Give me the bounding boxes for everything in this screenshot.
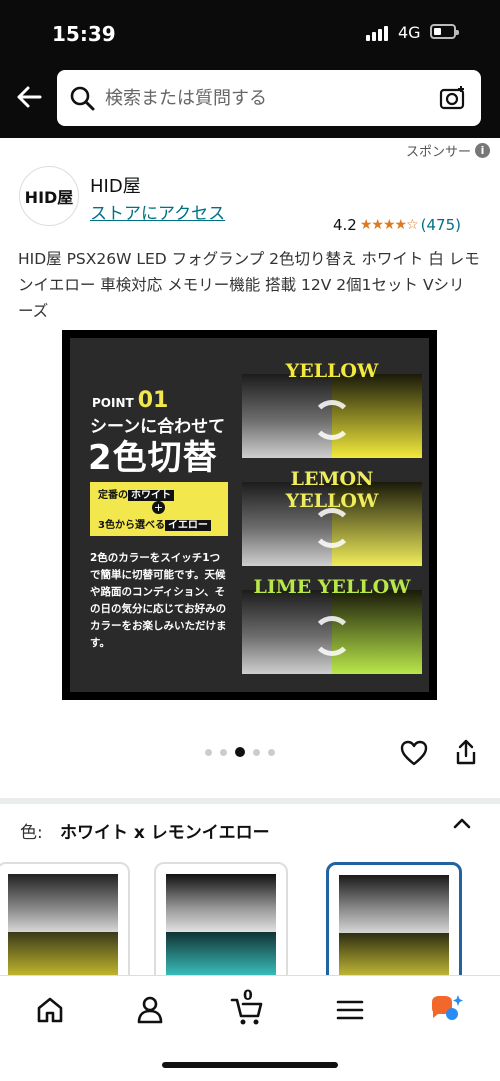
- color-option[interactable]: [154, 862, 288, 986]
- info-icon[interactable]: i: [475, 143, 490, 158]
- signal-icon: [366, 26, 388, 41]
- account-icon[interactable]: [132, 992, 168, 1028]
- menu-icon[interactable]: [332, 992, 368, 1028]
- product-image[interactable]: POINT 01 シーンに合わせて 2色切替 定番の ホワイト + 3色から選べるイ…: [62, 330, 437, 700]
- chevron-up-icon[interactable]: [452, 814, 472, 838]
- search-icon: [69, 85, 95, 115]
- share-icon[interactable]: [454, 738, 478, 770]
- plus-icon: +: [152, 501, 165, 514]
- battery-icon: [430, 24, 459, 39]
- review-count[interactable]: (475): [421, 216, 461, 234]
- switch-arrow-icon: [312, 508, 352, 548]
- point-label: POINT 01: [92, 388, 169, 413]
- switch-arrow-icon: [312, 400, 352, 440]
- network-label: 4G: [398, 23, 421, 42]
- back-arrow-icon[interactable]: [14, 82, 44, 112]
- carousel-dot[interactable]: [220, 748, 227, 756]
- visit-store-link[interactable]: ストアにアクセス: [90, 199, 225, 224]
- cart-icon[interactable]: 0: [230, 988, 266, 1028]
- image-headline-large: 2色切替: [88, 438, 218, 478]
- carousel-dot-active[interactable]: [235, 747, 245, 757]
- carousel-dots[interactable]: [205, 747, 275, 757]
- feature-box: 定番の ホワイト + 3色から選べる イエロー: [90, 482, 228, 536]
- store-logo[interactable]: HID屋: [19, 166, 79, 226]
- color-option[interactable]: [0, 862, 130, 986]
- home-indicator: [162, 1062, 338, 1068]
- cart-count: 0: [243, 988, 253, 1004]
- rating-value: 4.2: [333, 216, 357, 234]
- status-time: 15:39: [52, 22, 116, 46]
- home-icon[interactable]: [32, 992, 68, 1028]
- search-bar[interactable]: [57, 70, 481, 126]
- carousel-dot[interactable]: [268, 748, 275, 756]
- camera-search-icon[interactable]: [439, 84, 467, 116]
- header: 15:39 4G: [0, 0, 500, 138]
- heart-icon[interactable]: [400, 740, 428, 770]
- star-rating-icon: ★★★★☆: [359, 217, 419, 233]
- color-panel-yellow: YELLOW: [242, 360, 422, 460]
- selected-color: ホワイト x レモンイエロー: [60, 823, 270, 843]
- carousel-dot[interactable]: [253, 748, 260, 756]
- carousel-dot[interactable]: [205, 748, 212, 756]
- search-input[interactable]: [105, 82, 435, 114]
- rating[interactable]: 4.2 ★★★★☆ (475): [333, 216, 461, 234]
- color-panel-lemon-yellow: LEMON YELLOW: [242, 468, 422, 568]
- section-divider: [0, 798, 500, 804]
- switch-arrow-icon: [312, 616, 352, 656]
- image-description: 2色のカラーをスイッチ1つで簡単に切替可能です。天候や路面のコンディション、その…: [90, 552, 227, 649]
- sponsored-label[interactable]: スポンサー i: [406, 141, 490, 160]
- color-label: 色:: [20, 823, 43, 843]
- product-title: HID屋 PSX26W LED フォグランプ 2色切り替え ホワイト 白 レモン…: [18, 250, 480, 320]
- rufus-ai-icon[interactable]: [428, 992, 464, 1028]
- store-name: HID屋: [90, 176, 141, 197]
- color-panel-lime-yellow: LIME YELLOW: [242, 576, 422, 676]
- color-option-selected[interactable]: [326, 862, 462, 988]
